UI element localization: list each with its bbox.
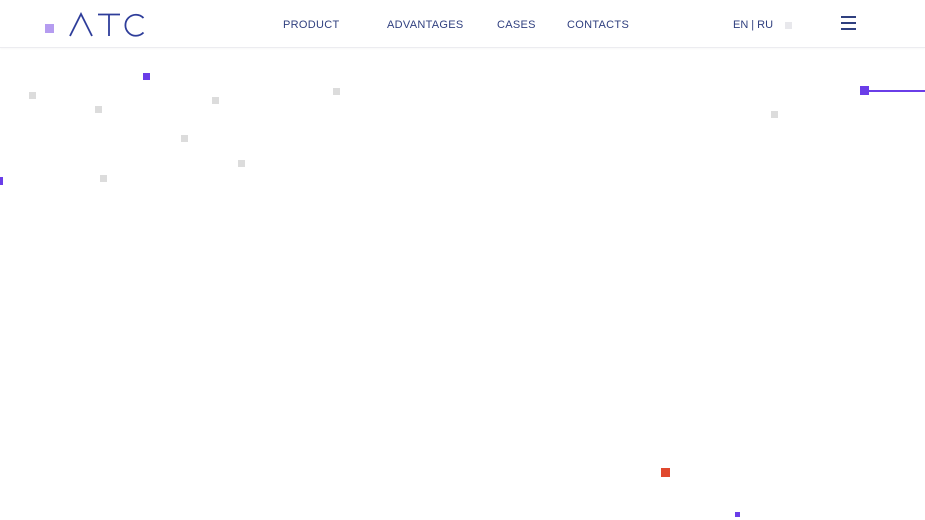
particle-gray-3 bbox=[212, 97, 219, 104]
particle-gray-6 bbox=[238, 160, 245, 167]
nav-advantages-link[interactable]: ADVANTAGES bbox=[387, 19, 464, 31]
particle-gray-4 bbox=[333, 88, 340, 95]
atc-logo[interactable] bbox=[68, 12, 146, 38]
particle-gray-2 bbox=[95, 106, 102, 113]
hamburger-menu-icon[interactable] bbox=[841, 15, 856, 30]
landing-page: PRODUCT ADVANTAGES CASES CONTACTS EN | RU bbox=[0, 0, 925, 520]
lang-ru-option[interactable]: RU bbox=[757, 19, 773, 31]
particle-gray-5 bbox=[181, 135, 188, 142]
nav-contacts-link[interactable]: CONTACTS bbox=[567, 19, 629, 31]
particle-purple-1 bbox=[143, 73, 150, 80]
particle-gray-1 bbox=[29, 92, 36, 99]
particle-gray-7 bbox=[100, 175, 107, 182]
lang-separator: | bbox=[751, 19, 755, 31]
lang-dot-icon bbox=[785, 22, 792, 29]
language-switcher: EN | RU bbox=[733, 19, 773, 31]
connector-line bbox=[868, 90, 925, 92]
particle-red bbox=[661, 468, 670, 477]
particle-gray-8 bbox=[771, 111, 778, 118]
nav-product-link[interactable]: PRODUCT bbox=[283, 19, 340, 31]
nav-cases-link[interactable]: CASES bbox=[497, 19, 536, 31]
particle-purple-2 bbox=[735, 512, 740, 517]
logo-square-icon bbox=[45, 24, 54, 33]
particle-purple-edge bbox=[0, 177, 3, 185]
site-header: PRODUCT ADVANTAGES CASES CONTACTS EN | RU bbox=[0, 0, 925, 48]
lang-en-option[interactable]: EN bbox=[733, 19, 748, 31]
